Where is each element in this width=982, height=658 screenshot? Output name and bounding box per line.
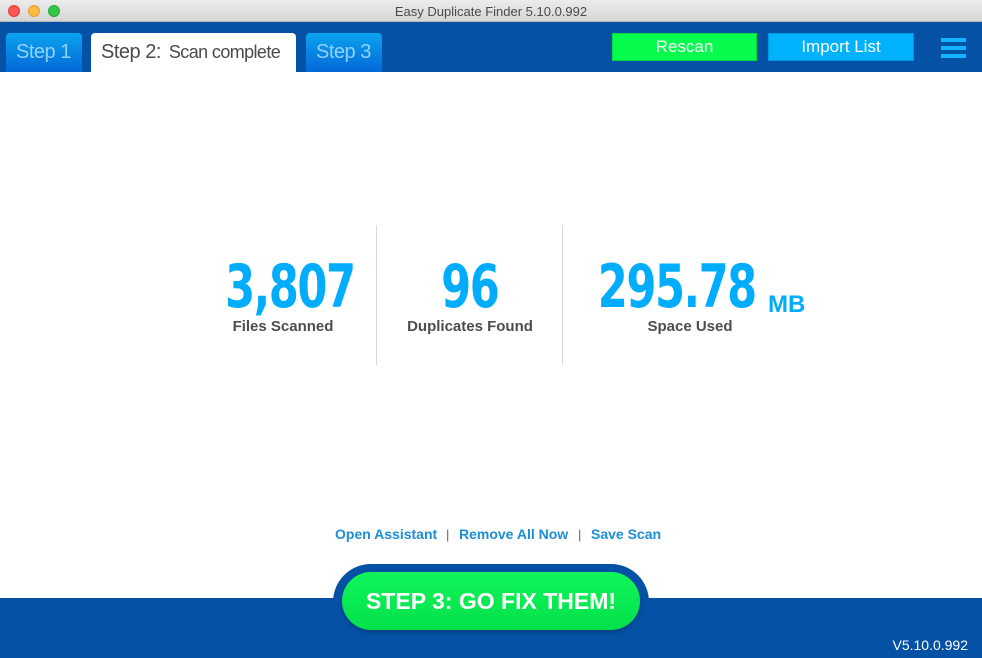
tab-step-1[interactable]: Step 1 xyxy=(6,33,82,72)
rescan-button[interactable]: Rescan xyxy=(612,33,757,61)
stat-space-used: 295.78 MB Space Used xyxy=(564,225,820,365)
link-separator: | xyxy=(446,527,450,542)
title-bar: Easy Duplicate Finder 5.10.0.992 xyxy=(0,0,982,22)
duplicates-found-value: 96 xyxy=(441,252,500,322)
open-assistant-link[interactable]: Open Assistant xyxy=(335,526,437,542)
tab-step-3[interactable]: Step 3 xyxy=(306,33,382,72)
go-fix-them-button[interactable]: STEP 3: GO FIX THEM! xyxy=(342,572,640,630)
hamburger-menu-icon[interactable] xyxy=(941,38,967,58)
remove-all-now-link[interactable]: Remove All Now xyxy=(459,526,568,542)
tab-step-2-status: Scan complete xyxy=(168,42,281,62)
save-scan-link[interactable]: Save Scan xyxy=(591,526,661,542)
app-window: Easy Duplicate Finder 5.10.0.992 Step 1 … xyxy=(0,0,982,658)
scan-stats: 3,807 Files Scanned 96 Duplicates Found … xyxy=(0,225,982,365)
import-list-button[interactable]: Import List xyxy=(768,33,914,61)
top-toolbar: Step 1 Step 2: Scan complete Step 3 Resc… xyxy=(0,22,982,72)
link-separator: | xyxy=(578,527,582,542)
window-title: Easy Duplicate Finder 5.10.0.992 xyxy=(394,4,588,19)
action-links: Open Assistant | Remove All Now | Save S… xyxy=(0,526,982,544)
stat-divider xyxy=(562,225,563,365)
tab-step-2-label: Step 2: xyxy=(101,41,161,63)
space-used-value: 295.78 xyxy=(597,252,758,322)
stat-divider xyxy=(376,225,377,365)
stat-duplicates-found: 96 Duplicates Found xyxy=(378,225,562,365)
tab-step-2[interactable]: Step 2: Scan complete xyxy=(91,33,296,72)
files-scanned-value: 3,807 xyxy=(225,252,356,322)
stat-files-scanned: 3,807 Files Scanned xyxy=(200,225,366,365)
version-label: V5.10.0.992 xyxy=(892,637,968,653)
space-used-unit: MB xyxy=(768,291,806,318)
